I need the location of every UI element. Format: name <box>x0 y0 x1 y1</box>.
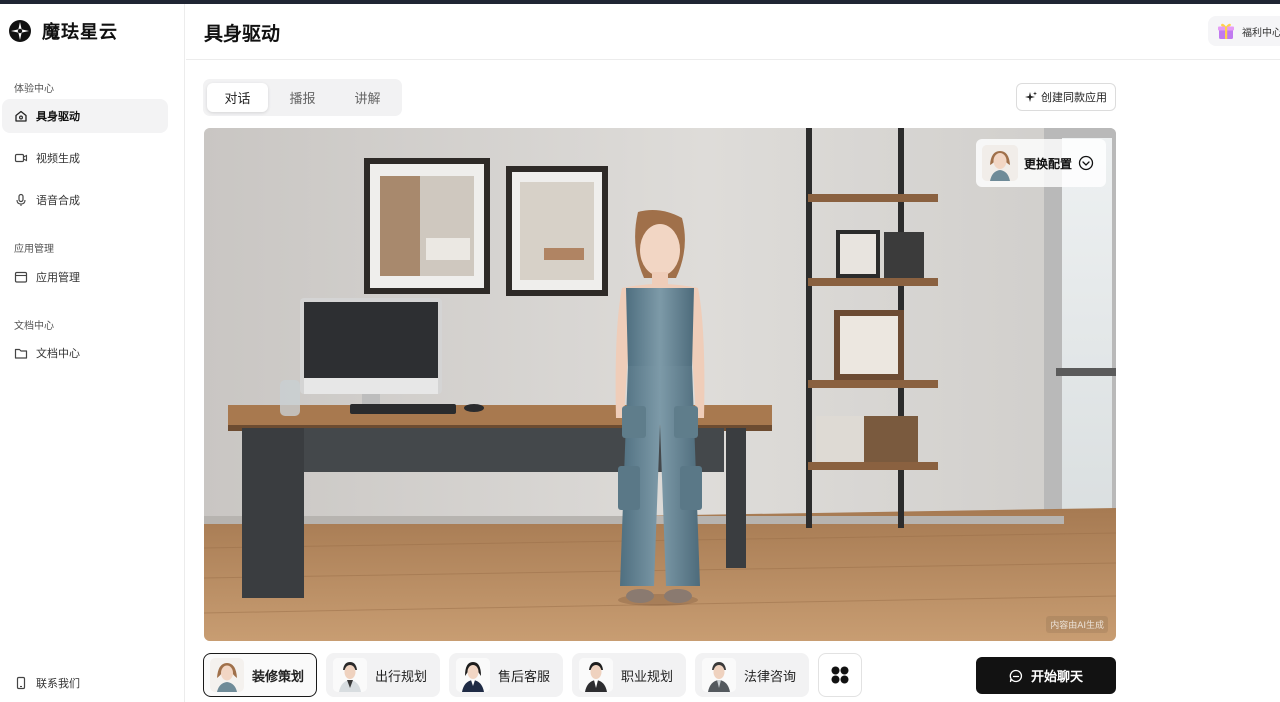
chat-bubble-icon <box>1009 669 1023 682</box>
sidebar-item-label: 联系我们 <box>36 677 80 690</box>
sidebar-item-speech-synthesis[interactable]: 语音合成 <box>2 183 168 217</box>
character-chip-after-sales[interactable]: 售后客服 <box>449 653 563 697</box>
sparkle-icon <box>1025 91 1037 102</box>
sidebar-item-label: 具身驱动 <box>36 110 80 123</box>
sidebar-item-label: 语音合成 <box>36 194 80 207</box>
phone-icon <box>16 676 26 690</box>
grid-dots-icon <box>831 666 849 684</box>
page-header: 具身驱动 福利中心 <box>186 4 1280 60</box>
start-chat-label: 开始聊天 <box>1030 670 1083 685</box>
change-config-label: 更换配置 <box>1024 156 1073 171</box>
brand-name: 魔珐星云 <box>42 22 118 43</box>
more-characters-button[interactable] <box>818 653 862 697</box>
character-avatar <box>456 658 490 692</box>
sidebar-item-docs[interactable]: 文档中心 <box>2 336 168 370</box>
sidebar: 魔珐星云 体验中心 具身驱动 视频生成 语音合成 应用管理 应用管理 文档中心 … <box>0 4 185 702</box>
archive-box-icon <box>14 271 28 283</box>
video-camera-icon <box>14 153 28 163</box>
avatar-stage: 更换配置 内容由AI生成 <box>204 128 1116 641</box>
character-label: 出行规划 <box>375 669 428 685</box>
character-chip-decoration-planning[interactable]: 装修策划 <box>203 653 317 697</box>
character-label: 装修策划 <box>252 669 305 685</box>
welfare-label: 福利中心 <box>1242 27 1280 39</box>
tab-dialogue[interactable]: 对话 <box>207 83 268 112</box>
create-same-app-label: 创建同款应用 <box>1041 91 1107 104</box>
section-title-app-management: 应用管理 <box>14 244 54 255</box>
mode-tabs: 对话 播报 讲解 <box>203 79 402 116</box>
character-chip-travel-planning[interactable]: 出行规划 <box>326 653 440 697</box>
folder-icon <box>14 348 28 359</box>
character-avatar <box>579 658 613 692</box>
create-same-app-button[interactable]: 创建同款应用 <box>1016 83 1116 111</box>
character-chip-legal-consulting[interactable]: 法律咨询 <box>695 653 809 697</box>
welfare-center-button[interactable]: 福利中心 <box>1208 16 1280 46</box>
character-avatar <box>333 658 367 692</box>
section-title-experience: 体验中心 <box>14 84 54 95</box>
current-avatar-thumbnail <box>982 145 1018 181</box>
start-chat-button[interactable]: 开始聊天 <box>976 657 1116 694</box>
character-label: 法律咨询 <box>744 669 797 685</box>
gift-icon <box>1218 23 1234 39</box>
character-avatar <box>702 658 736 692</box>
chevron-down-circle-icon <box>1078 155 1094 171</box>
microphone-icon <box>16 193 26 206</box>
brand[interactable]: 魔珐星云 <box>8 19 118 43</box>
office-scene-illustration <box>204 128 1116 641</box>
ai-generated-note: 内容由AI生成 <box>1046 616 1108 633</box>
sidebar-item-embodied-drive[interactable]: 具身驱动 <box>2 99 168 133</box>
tab-explain[interactable]: 讲解 <box>337 83 398 112</box>
section-title-docs: 文档中心 <box>14 321 54 332</box>
sidebar-item-contact-us[interactable]: 联系我们 <box>2 666 168 700</box>
character-label: 售后客服 <box>498 669 551 685</box>
character-label: 职业规划 <box>621 669 674 685</box>
sidebar-item-app-management[interactable]: 应用管理 <box>2 260 168 294</box>
sidebar-item-label: 视频生成 <box>36 152 80 165</box>
home-icon <box>15 110 27 122</box>
character-selector: 装修策划 出行规划 售后客服 职业规划 法律咨询 <box>203 653 862 697</box>
character-avatar <box>210 658 244 692</box>
star-compass-icon <box>9 20 31 42</box>
page-title: 具身驱动 <box>204 23 281 45</box>
sidebar-item-label: 应用管理 <box>36 271 80 284</box>
sidebar-item-label: 文档中心 <box>36 347 80 360</box>
character-chip-career-planning[interactable]: 职业规划 <box>572 653 686 697</box>
sidebar-item-video-generation[interactable]: 视频生成 <box>2 141 168 175</box>
change-config-button[interactable]: 更换配置 <box>976 139 1106 187</box>
tab-broadcast[interactable]: 播报 <box>272 83 333 112</box>
